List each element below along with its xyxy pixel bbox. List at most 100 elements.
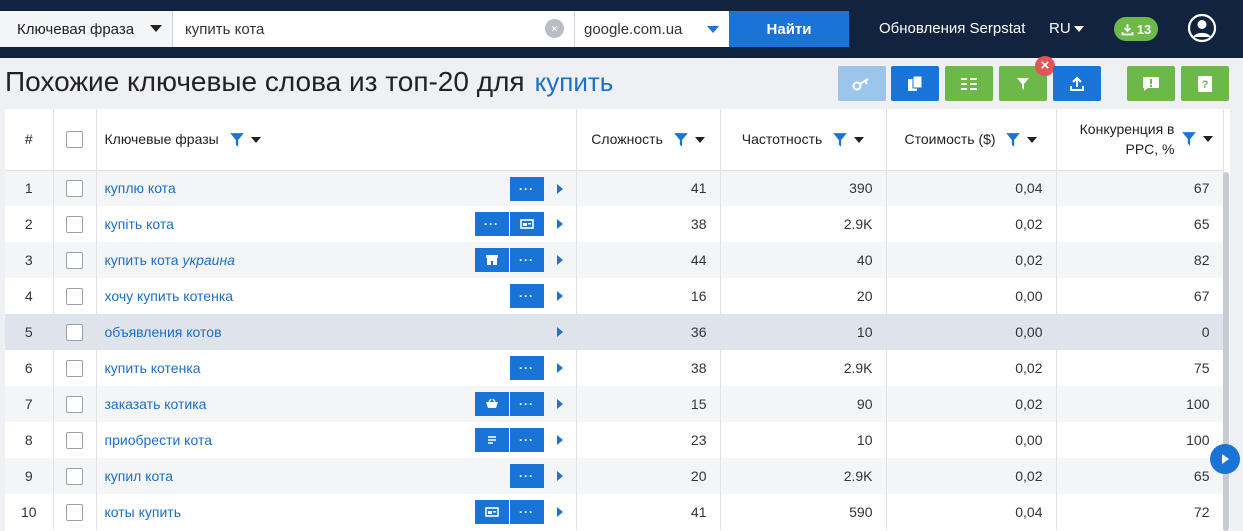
database-select[interactable]: google.com.ua [574, 11, 729, 47]
more-icon[interactable]: ··· [509, 176, 544, 201]
columns-button[interactable] [945, 66, 993, 101]
keyword-link[interactable]: хочу купить котенка [105, 288, 234, 304]
key-button[interactable] [838, 66, 886, 101]
report-button[interactable] [1127, 66, 1175, 101]
keyword-link[interactable]: купить кота украина [105, 252, 235, 268]
ad-icon[interactable] [509, 212, 544, 236]
scroll-right-button[interactable] [1210, 444, 1240, 474]
caret-down-icon [707, 26, 719, 33]
filter-icon[interactable] [229, 132, 245, 148]
expand-arrow-icon[interactable] [556, 471, 563, 481]
row-keyword-cell: купить котенка ··· [96, 350, 577, 386]
expand-arrow-icon[interactable] [556, 183, 563, 194]
table-row[interactable]: 1 куплю кота ··· 41 390 0,04 67 [5, 170, 1224, 206]
table-row[interactable]: 3 купить кота украина ··· 44 40 0,02 82 [5, 242, 1224, 278]
row-difficulty: 15 [576, 386, 721, 422]
sort-caret-icon[interactable] [1202, 136, 1213, 143]
select-all-checkbox[interactable] [66, 131, 83, 149]
find-button[interactable]: Найти [729, 11, 849, 47]
ad-icon[interactable] [474, 500, 509, 524]
keyword-link[interactable]: куплю кота [105, 180, 176, 196]
row-volume: 2.9K [720, 458, 887, 494]
row-checkbox[interactable] [66, 431, 83, 449]
more-icon[interactable]: ··· [509, 284, 544, 308]
expand-arrow-icon[interactable] [556, 399, 563, 409]
keyword-link[interactable]: купить котенка [105, 360, 201, 376]
export-button[interactable] [1053, 66, 1101, 101]
sort-caret-icon[interactable] [1027, 136, 1038, 143]
keyword-link[interactable]: объявления котов [105, 324, 222, 340]
page-title-keyword[interactable]: купить [535, 67, 614, 97]
col-keyword[interactable]: Ключевые фразы [96, 109, 577, 171]
table-row[interactable]: 7 заказать котика ··· 15 90 0,02 100 [5, 386, 1224, 422]
expand-arrow-icon[interactable] [556, 255, 563, 265]
filter-icon[interactable] [1005, 132, 1021, 148]
row-checkbox[interactable] [66, 395, 83, 413]
user-icon[interactable] [1187, 13, 1217, 43]
table-row[interactable]: 10 коты купить ··· 41 590 0,04 72 [5, 494, 1224, 530]
keyword-text: коты купить [104, 504, 182, 520]
sort-caret-icon[interactable] [854, 136, 865, 143]
col-difficulty[interactable]: Сложность [576, 109, 721, 171]
clear-filter-icon[interactable]: × [1035, 56, 1055, 76]
row-checkbox[interactable] [66, 503, 83, 521]
expand-arrow-icon[interactable] [556, 507, 563, 517]
row-checkbox[interactable] [66, 251, 83, 269]
table-row[interactable]: 6 купить котенка ··· 38 2.9K 0,02 75 [5, 350, 1224, 386]
downloads-button[interactable]: 13 [1114, 17, 1158, 41]
expand-arrow-icon[interactable] [556, 327, 563, 337]
row-checkbox[interactable] [66, 180, 83, 198]
list-icon[interactable] [474, 428, 509, 452]
row-checkbox[interactable] [66, 467, 83, 485]
table-row[interactable]: 4 хочу купить котенка ··· 16 20 0,00 67 [5, 278, 1224, 314]
keyword-link[interactable]: заказать котика [105, 396, 207, 412]
row-checkbox[interactable] [66, 287, 83, 305]
row-checkbox[interactable] [66, 359, 83, 377]
col-cost[interactable]: Стоимость ($) [886, 109, 1057, 171]
col-competition[interactable]: Конкуренция в PPC, % [1056, 109, 1224, 171]
row-index: 3 [5, 242, 54, 278]
sort-caret-icon[interactable] [694, 136, 705, 143]
filter-icon[interactable] [673, 132, 689, 148]
clear-icon[interactable]: × [545, 19, 564, 38]
more-icon[interactable]: ··· [509, 428, 544, 452]
row-actions: ··· [509, 176, 544, 201]
shop-icon[interactable] [474, 248, 509, 272]
copy-button[interactable] [891, 66, 939, 101]
more-icon[interactable]: ··· [509, 392, 544, 416]
table-row[interactable]: 9 купил кота ··· 20 2.9K 0,02 65 [5, 458, 1224, 494]
row-competition: 100 [1056, 386, 1224, 422]
row-index: 8 [5, 422, 54, 458]
row-checkbox[interactable] [66, 215, 83, 233]
expand-arrow-icon[interactable] [556, 291, 563, 301]
more-icon[interactable]: ··· [509, 356, 544, 380]
row-checkbox[interactable] [66, 323, 83, 341]
table-row[interactable]: 8 приобрести кота ··· 23 10 0,00 100 [5, 422, 1224, 458]
expand-arrow-icon[interactable] [556, 363, 563, 373]
table-row[interactable]: 5 объявления котов 36 10 0,00 0 [5, 314, 1224, 350]
expand-arrow-icon[interactable] [556, 219, 563, 229]
keyword-link[interactable]: приобрести кота [105, 432, 213, 448]
col-volume[interactable]: Частотность [720, 109, 887, 171]
row-keyword-cell: куплю кота ··· [96, 170, 577, 206]
keyword-link[interactable]: коты купить [105, 504, 182, 520]
sort-caret-icon[interactable] [250, 136, 261, 143]
table-row[interactable]: 2 купіть кота ··· 38 2.9K 0,02 65 [5, 206, 1224, 242]
cart-icon[interactable] [474, 392, 509, 416]
more-icon[interactable]: ··· [474, 212, 509, 236]
row-competition: 0 [1056, 314, 1224, 350]
keyword-link[interactable]: купіть кота [105, 216, 174, 232]
keyword-link[interactable]: купил кота [105, 468, 174, 484]
search-type-select[interactable]: Ключевая фраза [0, 11, 173, 47]
filter-icon[interactable] [832, 132, 848, 148]
expand-arrow-icon[interactable] [556, 435, 563, 445]
more-icon[interactable]: ··· [509, 248, 544, 272]
language-select[interactable]: RU [1049, 20, 1084, 37]
filter-icon[interactable] [1181, 131, 1197, 147]
updates-link[interactable]: Обновления Serpstat [879, 20, 1025, 37]
more-icon[interactable]: ··· [509, 464, 544, 488]
table-scrollbar[interactable] [1223, 172, 1229, 531]
more-icon[interactable]: ··· [509, 500, 544, 524]
search-input[interactable] [173, 11, 574, 47]
help-button[interactable]: ? [1181, 66, 1229, 101]
